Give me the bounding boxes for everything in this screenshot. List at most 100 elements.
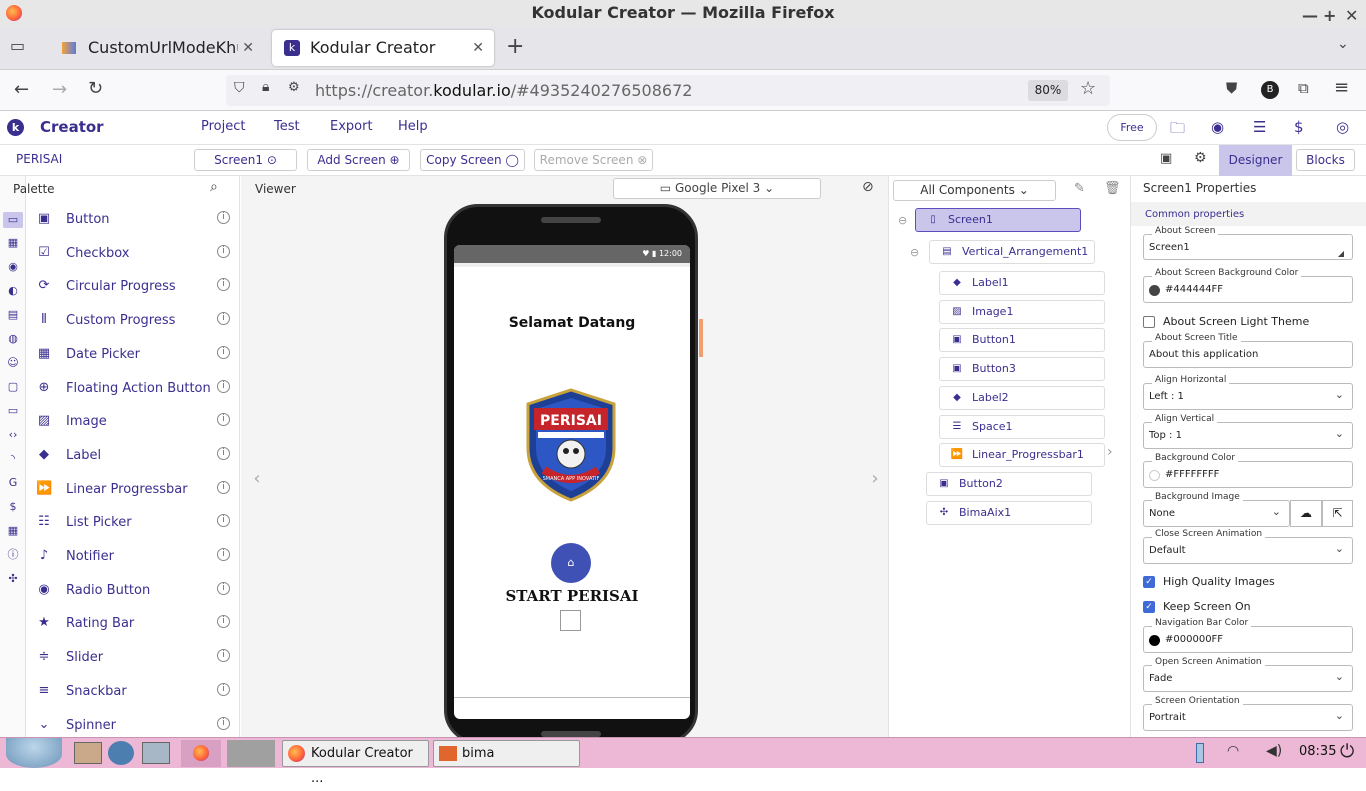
viewer-next-arrow-icon[interactable]: › xyxy=(865,468,885,498)
zoom-indicator[interactable]: 80% xyxy=(1028,80,1068,101)
tree-node[interactable]: ◆ Label1 xyxy=(939,271,1105,295)
tree-scroll-arrow-icon[interactable]: › xyxy=(1107,444,1113,460)
screen-selector[interactable]: Screen1 ⊙ xyxy=(194,149,297,171)
palette-item[interactable]: ★ Rating Bar i xyxy=(36,607,232,641)
info-icon[interactable]: i xyxy=(217,716,230,730)
info-icon[interactable]: i xyxy=(217,379,230,393)
code-icon[interactable]: ‹› xyxy=(6,428,20,442)
preview-icon[interactable]: ▣ xyxy=(1160,151,1172,166)
theme-palette-icon[interactable]: ◉ xyxy=(1211,118,1224,136)
info-icon[interactable]: i xyxy=(217,244,230,258)
back-icon[interactable]: ← xyxy=(14,79,29,100)
tree-node[interactable]: ▣ Button1 xyxy=(939,328,1105,352)
palette-item[interactable]: ≑ Slider i xyxy=(36,641,232,675)
maps-icon[interactable]: ▤ xyxy=(6,308,20,322)
open-animation-select[interactable]: Open Screen Animation Fade ⌄ xyxy=(1143,657,1353,692)
url-bar[interactable]: ⛉ 🔒︎ ⚙ https://creator.kodular.io/#49352… xyxy=(226,75,1110,106)
volume-icon[interactable]: ◀︎) xyxy=(1266,743,1282,759)
settings-gear-icon[interactable]: ⚙ xyxy=(1194,150,1207,166)
kodular-logo-icon[interactable]: k xyxy=(7,119,24,136)
fab-home-button[interactable]: ⌂ xyxy=(551,543,591,583)
workspace-indicator[interactable] xyxy=(227,740,275,767)
monetization-icon[interactable]: $ xyxy=(6,500,20,514)
collapse-arrangement-icon[interactable]: ⊖ xyxy=(910,246,919,259)
start-menu-icon[interactable] xyxy=(6,738,62,768)
nav-bar-color-field[interactable]: Navigation Bar Color #000000FF xyxy=(1143,618,1353,653)
palette-search-icon[interactable]: ⌕ xyxy=(210,179,218,195)
file-manager-icon[interactable] xyxy=(74,742,102,764)
label1-text[interactable]: Selamat Datang xyxy=(454,315,690,331)
lock-icon[interactable]: 🔒︎ xyxy=(262,79,269,95)
storage-icon[interactable]: ▢ xyxy=(6,380,20,394)
open-image-button[interactable]: ⇱ xyxy=(1322,500,1353,527)
tree-node[interactable]: ▣ Button2 xyxy=(926,472,1092,496)
about-bg-color-field[interactable]: About Screen Background Color #444444FF xyxy=(1143,268,1353,303)
designer-tab[interactable]: Designer xyxy=(1219,145,1292,176)
palette-item[interactable]: ♪ Notifier i xyxy=(36,540,232,574)
media-icon[interactable]: ◉ xyxy=(6,260,20,274)
menu-project[interactable]: Project xyxy=(201,119,245,134)
menu-export[interactable]: Export xyxy=(330,119,373,134)
components-filter[interactable]: All Components ⌄ xyxy=(893,180,1056,201)
tab-customurl[interactable]: CustomUrlModeKhusus ✕ xyxy=(50,30,264,66)
upload-image-button[interactable]: ☁ xyxy=(1290,500,1322,527)
hamburger-menu-icon[interactable]: ≡ xyxy=(1334,77,1349,98)
bookmark-star-icon[interactable]: ☆ xyxy=(1080,78,1096,99)
pocket-icon[interactable]: ⛊ xyxy=(1226,79,1237,97)
sensors-icon[interactable]: ◍ xyxy=(6,332,20,346)
viewer-prev-arrow-icon[interactable]: ‹ xyxy=(247,468,267,498)
tab-kodular[interactable]: k Kodular Creator ✕ xyxy=(272,30,494,66)
space1-placeholder[interactable] xyxy=(560,610,581,631)
social-icon[interactable]: ☺ xyxy=(6,356,20,370)
info-icon[interactable]: i xyxy=(217,548,230,561)
blocks-tab[interactable]: Blocks xyxy=(1296,149,1355,171)
info-icon[interactable]: i xyxy=(217,345,230,359)
tree-node[interactable]: ◆ Label2 xyxy=(939,386,1105,410)
delete-trash-icon[interactable]: 🗑︎ xyxy=(1104,181,1121,196)
connectivity-icon[interactable]: ▭ xyxy=(6,404,20,418)
close-tab-icon[interactable]: ✕ xyxy=(472,30,484,66)
palette-item[interactable]: ☷ List Picker i xyxy=(36,506,232,540)
wifi-icon[interactable]: ◠ xyxy=(1227,743,1239,759)
palette-item[interactable]: ⫴ Custom Progress i xyxy=(36,304,232,338)
taskbar-item-bima[interactable]: bima xyxy=(433,740,580,767)
info-icon[interactable]: i xyxy=(217,312,230,326)
orientation-select[interactable]: Screen Orientation Portrait ⌄ xyxy=(1143,696,1353,731)
extensions-puzzle-icon[interactable]: ✣ xyxy=(6,572,20,586)
tree-node[interactable]: ▨ Image1 xyxy=(939,300,1105,324)
palette-item[interactable]: ⏩ Linear Progressbar i xyxy=(36,473,232,507)
palette-item[interactable]: ⟳ Circular Progress i xyxy=(36,270,232,304)
tab-list-icon[interactable]: ▭ xyxy=(10,36,25,55)
user-interface-icon[interactable]: ▭ xyxy=(6,213,20,227)
copy-screen-button[interactable]: Copy Screen ◯ xyxy=(420,149,525,171)
extensions-icon[interactable]: ⧉ xyxy=(1298,79,1309,97)
globe-icon[interactable] xyxy=(108,741,134,765)
rss-icon[interactable]: ◝ xyxy=(6,452,20,466)
resize-handle-icon[interactable]: ◢ xyxy=(1338,249,1344,258)
align-horizontal-select[interactable]: Align Horizontal Left : 1 ⌄ xyxy=(1143,375,1353,410)
docs-icon[interactable]: ☰ xyxy=(1253,118,1266,136)
palette-item[interactable]: ▨ Image i xyxy=(36,405,232,439)
align-vertical-select[interactable]: Align Vertical Top : 1 ⌄ xyxy=(1143,414,1353,449)
palette-item[interactable]: ☑ Checkbox i xyxy=(36,237,232,271)
url-text[interactable]: https://creator.kodular.io/#493524027650… xyxy=(315,81,692,100)
device-selector[interactable]: ▭ Google Pixel 3 ⌄ xyxy=(613,178,821,199)
close-tab-icon[interactable]: ✕ xyxy=(242,30,254,66)
reload-icon[interactable]: ↻ xyxy=(88,78,103,99)
layout-icon[interactable]: ▦ xyxy=(6,236,20,250)
add-screen-button[interactable]: Add Screen ⊕ xyxy=(307,149,410,171)
palette-item[interactable]: ⊕ Floating Action Button i xyxy=(36,372,232,406)
tree-node[interactable]: ▯ Screen1 xyxy=(915,208,1081,232)
windows-icon[interactable] xyxy=(142,742,170,764)
info-circle-icon[interactable]: ⓘ xyxy=(6,548,20,562)
remove-screen-button[interactable]: Remove Screen ⊗ xyxy=(534,149,653,171)
palette-item[interactable]: ≡ Snackbar i xyxy=(36,675,232,709)
info-icon[interactable]: i xyxy=(217,514,230,528)
info-icon[interactable]: i xyxy=(217,446,230,460)
about-screen-field[interactable]: About Screen Screen1 ◢ xyxy=(1143,226,1353,260)
tree-node[interactable]: ▤ Vertical_Arrangement1 xyxy=(929,240,1095,264)
checkbox-unchecked[interactable] xyxy=(1143,316,1155,328)
keep-screen-on-checkbox[interactable]: ✓ Keep Screen On xyxy=(1143,599,1353,617)
info-icon[interactable]: i xyxy=(217,615,230,629)
forward-icon[interactable]: → xyxy=(52,79,67,100)
